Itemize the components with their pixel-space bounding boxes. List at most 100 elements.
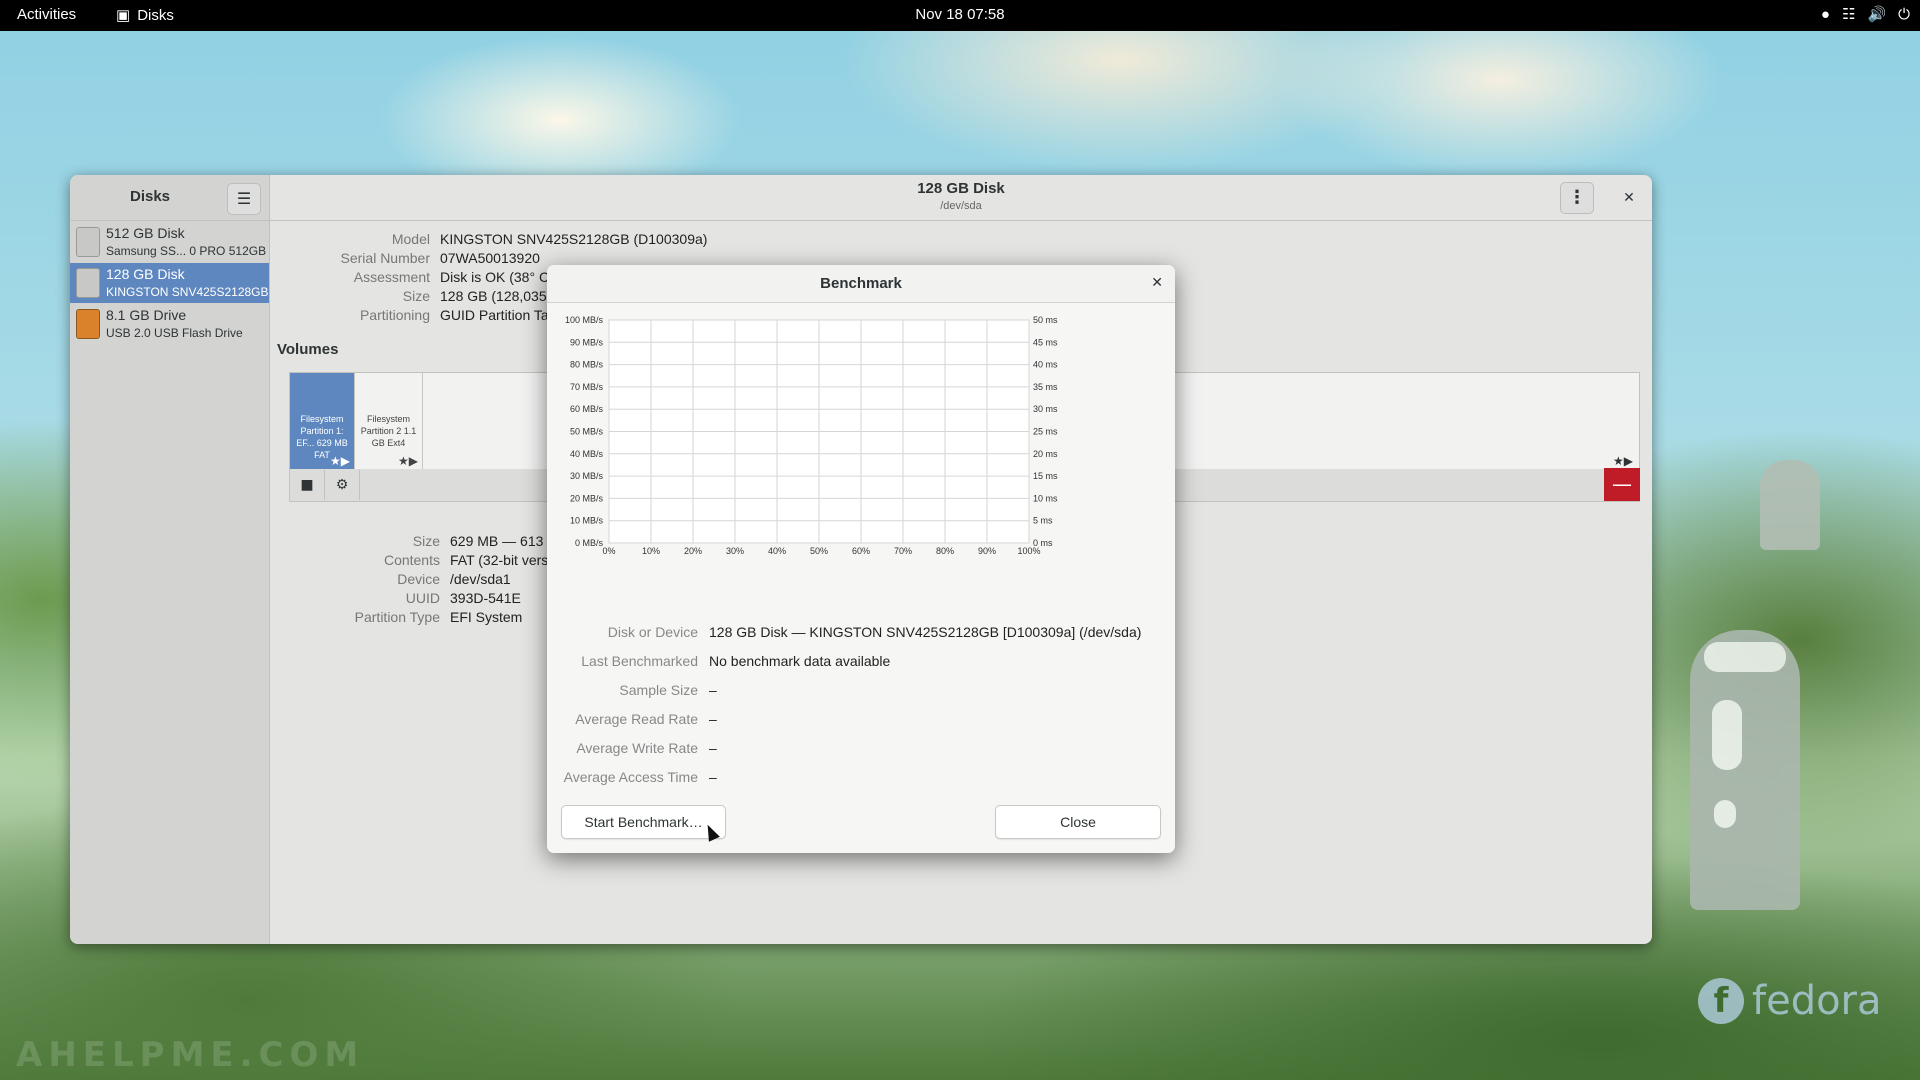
close-button[interactable]: Close [995,805,1161,839]
sidebar-title: Disks [129,188,171,205]
field-label: Average Access Time [563,769,698,785]
bench-disk-or-device: Disk or Device 128 GB Disk — KINGSTON SNV… [547,624,1175,644]
prop-label: Device [397,571,440,587]
y-left-tick-label: 30 MB/s [570,471,604,481]
drive-name: 8.1 GB Drive [106,307,187,323]
y-left-tick-label: 60 MB/s [570,404,604,414]
y-right-tick-label: 25 ms [1033,427,1058,437]
field-value: – [709,769,717,785]
bench-sample-size: Sample Size – [547,682,1175,702]
window-close-button[interactable]: ✕ [1618,187,1640,209]
x-tick-label: 50% [810,546,828,556]
field-label: Average Write Rate [576,740,698,756]
y-right-tick-label: 30 ms [1033,404,1058,414]
x-tick-label: 60% [852,546,870,556]
disk-properties: Model KINGSTON SNV425S2128GB (D100309a) S… [230,231,708,326]
gear-icon: ⚙ [335,477,349,493]
prop-value: 07WA50013920 [440,250,540,266]
field-label: Average Read Rate [575,711,698,727]
y-left-tick-label: 50 MB/s [570,427,604,437]
kebab-menu-icon: ⋮ [1568,187,1586,208]
disk-prop-assessment: Assessment Disk is OK (38° C / 100° F) [230,269,607,288]
prop-label: Partition Type [354,609,440,625]
clock[interactable]: Nov 18 07:58 [0,6,1920,23]
y-right-tick-label: 35 ms [1033,382,1058,392]
y-left-tick-label: 20 MB/s [570,493,604,503]
prop-value: /dev/sda1 [450,571,511,587]
dialog-header: Benchmark ✕ [547,265,1175,303]
drive-model: USB 2.0 USB Flash Drive [106,326,243,340]
bench-avg-read-rate: Average Read Rate – [547,711,1175,731]
dialog-close-button[interactable]: ✕ [1151,274,1163,291]
volumes-title: Volumes [277,341,339,358]
disk-title: 128 GB Disk [917,180,1005,197]
disk-icon [76,227,100,257]
y-right-tick-label: 5 ms [1033,516,1053,526]
close-icon: ✕ [1623,190,1635,206]
partition-properties: Size 629 MB — 613 MB free Contents FAT (32… [240,533,605,628]
field-value: No benchmark data available [709,653,891,669]
disk-menu-button[interactable]: ⋮ [1560,182,1594,214]
location-icon: ● [1820,5,1830,23]
y-left-tick-label: 40 MB/s [570,449,604,459]
y-left-tick-label: 80 MB/s [570,360,604,370]
disk-prop-partitioning: Partitioning GUID Partition Table [230,307,567,326]
start-benchmark-button[interactable]: Start Benchmark… [561,805,726,839]
x-tick-label: 30% [726,546,744,556]
usb-drive-icon [76,309,100,339]
y-right-tick-label: 45 ms [1033,337,1058,347]
y-right-tick-label: 50 ms [1033,315,1058,325]
y-left-tick-label: 0 MB/s [575,538,604,548]
x-tick-label: 80% [936,546,954,556]
partition-1[interactable]: Filesystem Partition 1: EF... 629 MB FAT… [290,373,355,470]
fedora-icon: f [1698,978,1744,1024]
field-label: Last Benchmarked [581,653,698,669]
minus-icon: — [1612,472,1632,496]
part-prop-size: Size 629 MB — 613 MB free [240,533,597,552]
system-tray[interactable]: ● ☷ 🔊 ⏻ [1820,5,1910,24]
partition-2[interactable]: Filesystem Partition 2 1.1 GB Ext4 ★▶ [355,373,423,470]
prop-value: EFI System [450,609,523,625]
volume-icon: 🔊 [1867,6,1887,23]
sidebar-header: Disks ☰ [70,175,269,221]
header-bar: 128 GB Disk /dev/sda ⋮ ✕ [270,175,1652,221]
field-value: – [709,682,717,698]
prop-label: Serial Number [340,250,430,266]
prop-label: Model [391,231,430,247]
prop-label: Size [402,288,430,304]
prop-label: Partitioning [359,307,430,323]
watermark: AHELPME.COM [16,1035,365,1075]
x-tick-label: 10% [642,546,660,556]
disk-prop-serial: Serial Number 07WA50013920 [230,250,540,269]
y-right-tick-label: 20 ms [1033,449,1058,459]
close-icon: ✕ [1151,274,1163,290]
partition-options-button[interactable]: ⚙ [325,470,360,500]
y-right-tick-label: 0 ms [1033,538,1053,548]
part-prop-type: Partition Type EFI System [240,609,523,628]
star-play-icon: ★▶ [330,454,350,468]
stop-icon: ■ [300,477,314,493]
benchmark-chart: 0% 10% 20% 30% 40% 50% 60% 70% 80% 90% 100%0 MB/s 0… [565,315,1058,556]
y-right-tick-label: 10 ms [1033,493,1058,503]
hamburger-menu-button[interactable]: ☰ [227,183,261,215]
y-left-tick-label: 10 MB/s [570,516,604,526]
x-tick-label: 70% [894,546,912,556]
field-value: – [709,740,717,756]
disk-prop-size: Size 128 GB (128,035,676,160 [230,288,601,307]
benchmark-dialog: Benchmark ✕ 0% 10% 20% 30% 40% 50% 60% 70% 80% 90… [547,265,1175,853]
delete-partition-button[interactable]: — [1604,468,1640,501]
star-play-icon: ★▶ [1613,454,1633,468]
star-play-icon: ★▶ [398,454,418,468]
y-right-tick-label: 15 ms [1033,471,1058,481]
x-tick-label: 90% [978,546,996,556]
drive-name: 512 GB Disk [106,225,185,241]
unmount-button[interactable]: ■ [290,470,325,500]
x-tick-label: 20% [684,546,702,556]
y-left-tick-label: 100 MB/s [565,315,604,325]
disk-device-path: /dev/sda [940,200,982,212]
bench-last-benchmarked: Last Benchmarked No benchmark data availa… [547,653,1175,673]
prop-value: 393D-541E [450,590,521,606]
prop-label: Size [412,533,440,549]
x-tick-label: 0% [602,546,615,556]
y-left-tick-label: 70 MB/s [570,382,604,392]
